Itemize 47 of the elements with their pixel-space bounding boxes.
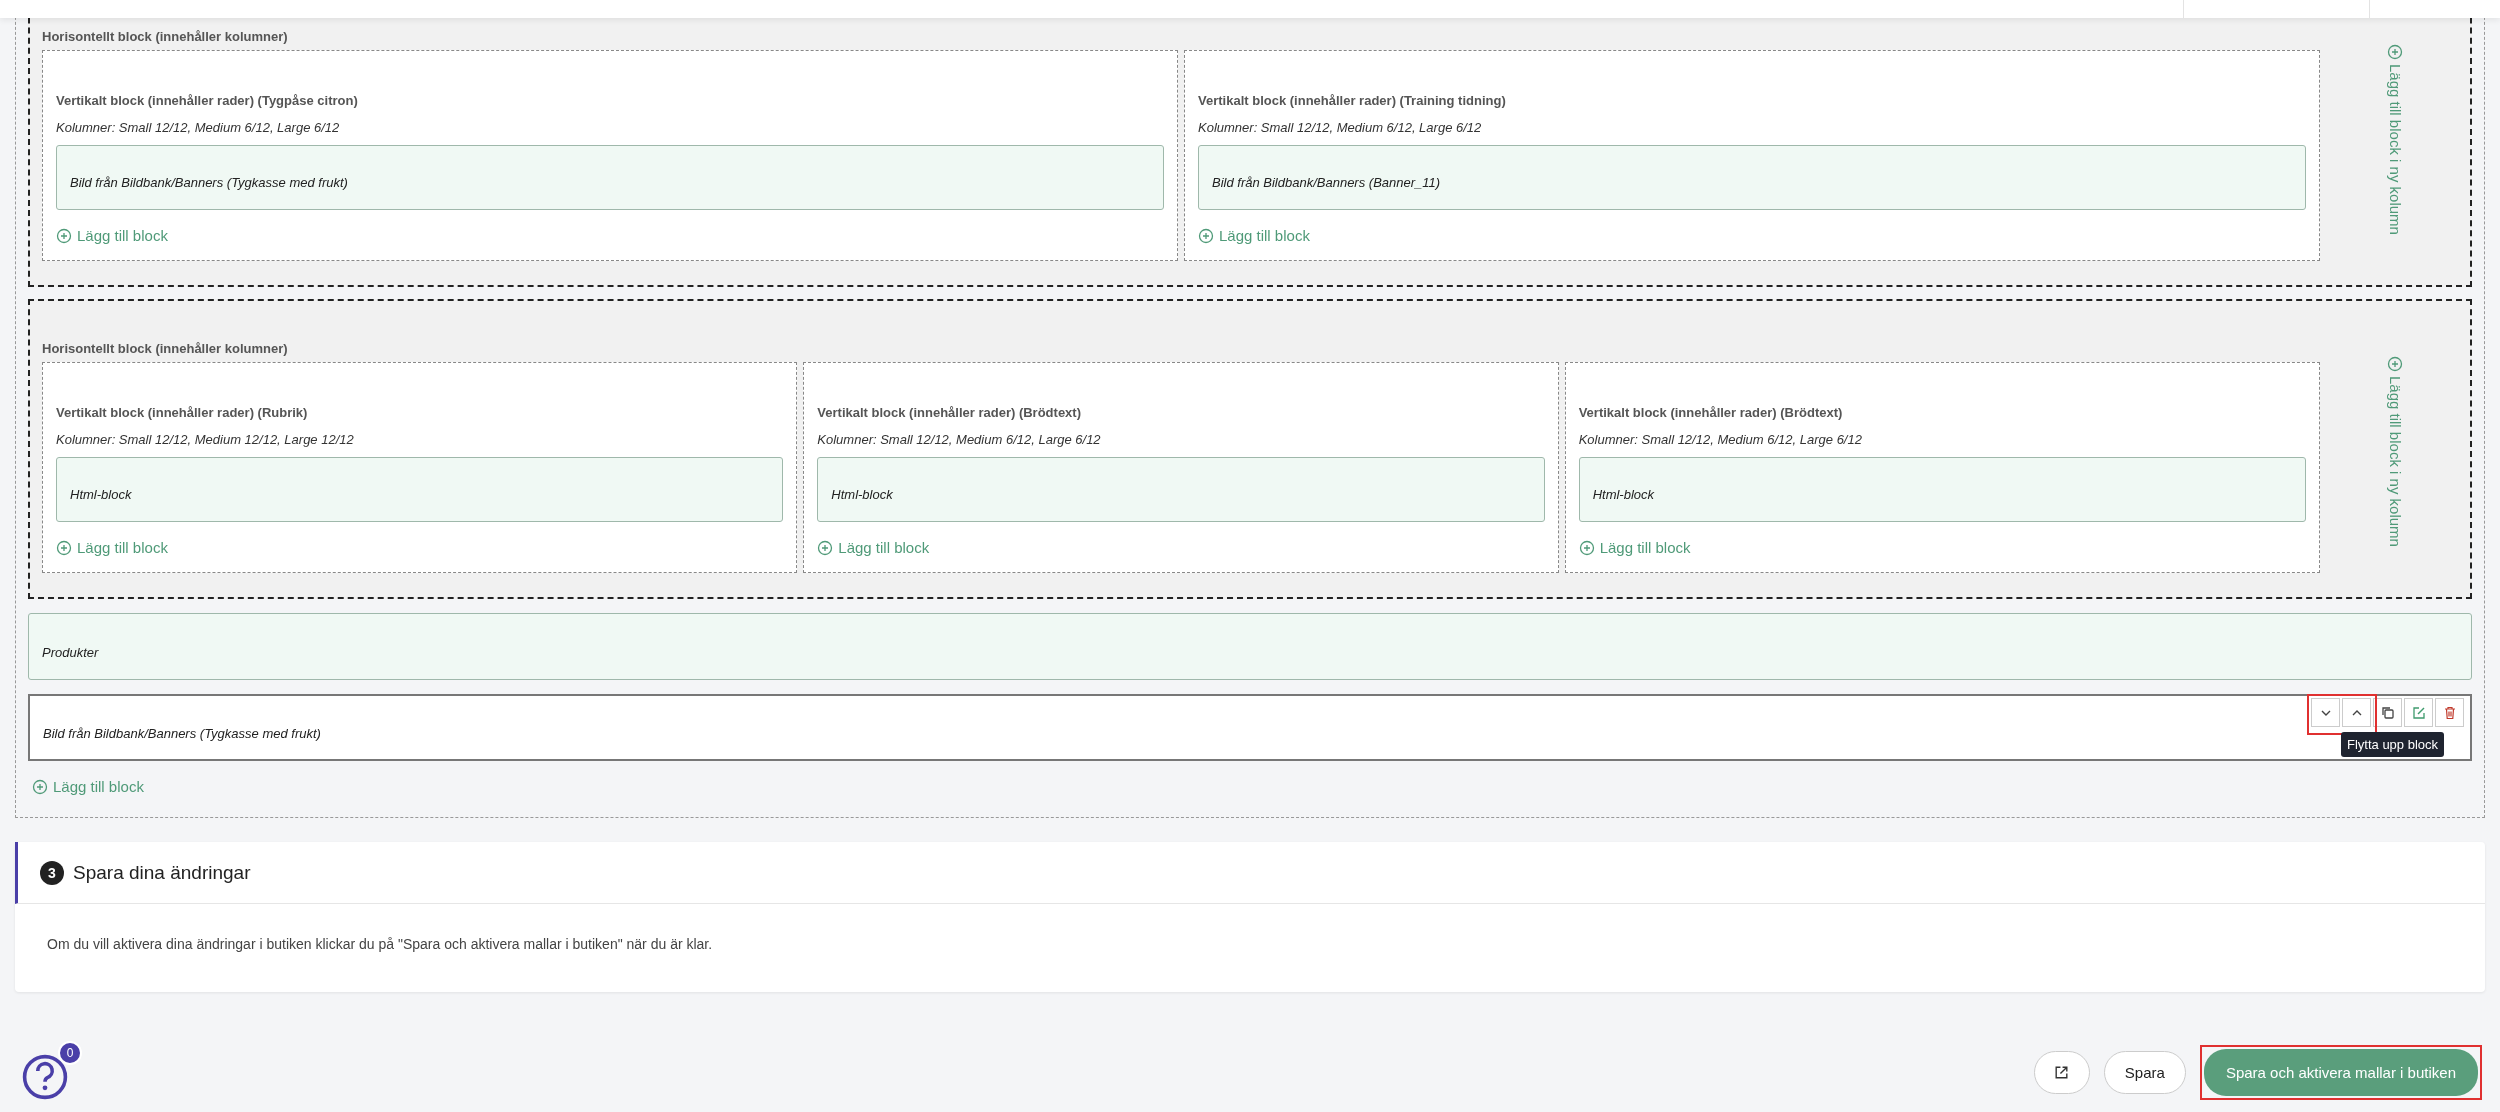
plus-circle-icon <box>56 227 72 244</box>
columns-info: Kolumner: Small 12/12, Medium 6/12, Large 6/12 <box>817 432 1102 447</box>
add-block-link[interactable]: Lägg till block <box>817 539 930 556</box>
delete-button[interactable] <box>2435 698 2464 727</box>
content-block[interactable]: Produkter <box>28 613 2472 680</box>
tooltip: Flytta upp block <box>2341 732 2445 757</box>
move-up-button[interactable] <box>2342 698 2371 727</box>
plus-circle-icon <box>56 539 72 556</box>
columns-info: Kolumner: Small 12/12, Medium 6/12, Large 6/12 <box>1578 432 1863 447</box>
edit-button[interactable] <box>2404 698 2433 727</box>
save-button[interactable]: Spara <box>2103 1050 2186 1094</box>
plus-circle-icon <box>32 778 48 795</box>
open-external-button[interactable] <box>2033 1050 2090 1094</box>
external-link-icon <box>2053 1063 2071 1081</box>
block-text: Produkter <box>42 645 99 660</box>
help-icon <box>21 1053 69 1101</box>
plus-circle-icon <box>1198 227 1214 244</box>
columns-info: Kolumner: Small 12/12, Medium 6/12, Large 6/12 <box>1198 120 1483 135</box>
block-title: Vertikalt block (innehåller rader) (Brödtext) <box>1578 405 1844 420</box>
plus-circle-icon <box>817 539 834 556</box>
block-text: Bild från Bildbank/Banners (Tygkasse med frukt) <box>43 726 321 741</box>
notification-badge: 0 <box>58 1041 82 1065</box>
block-label: Horisontellt block (innehåller kolumner) <box>42 29 289 44</box>
block-title: Vertikalt block (innehåller rader) (Tygpåse citron) <box>56 93 359 108</box>
step-number: 3 <box>40 860 64 885</box>
move-down-button[interactable] <box>2311 698 2340 727</box>
content-block[interactable]: Html-block <box>1578 457 2306 522</box>
section-text: Om du vill aktivera dina ändringar i butiken klickar du på "Spara och aktivera mallar i butiken" när du är klar. <box>46 935 714 954</box>
block-label: Horisontellt block (innehåller kolumner) <box>42 341 289 356</box>
help-button[interactable]: 0 <box>20 1041 82 1103</box>
columns-info: Kolumner: Small 12/12, Medium 6/12, Large 6/12 <box>56 120 341 135</box>
content-block[interactable]: Html-block <box>56 457 784 522</box>
plus-circle-icon <box>2387 44 2403 60</box>
edit-icon <box>2410 704 2427 721</box>
content-block[interactable]: Bild från Bildbank/Banners (Tygkasse med frukt) Flytta upp block <box>28 694 2472 761</box>
plus-circle-icon <box>2387 356 2403 372</box>
block-title: Vertikalt block (innehåller rader) (Rubrik) <box>56 405 309 420</box>
copy-button[interactable] <box>2373 698 2402 727</box>
block-title: Vertikalt block (innehåller rader) (Brödtext) <box>817 405 1082 420</box>
content-block[interactable]: Bild från Bildbank/Banners (Tygkasse med frukt) <box>56 145 1164 210</box>
content-block[interactable]: Html-block <box>817 457 1545 522</box>
columns-info: Kolumner: Small 12/12, Medium 12/12, Large 12/12 <box>56 432 355 447</box>
copy-icon <box>2379 704 2396 721</box>
section-title: Spara dina ändringar <box>73 861 251 884</box>
content-block[interactable]: Bild från Bildbank/Banners (Banner_11) <box>1198 145 2306 210</box>
block-title: Vertikalt block (innehåller rader) (Training tidning) <box>1198 93 1507 108</box>
plus-circle-icon <box>1578 539 1595 556</box>
